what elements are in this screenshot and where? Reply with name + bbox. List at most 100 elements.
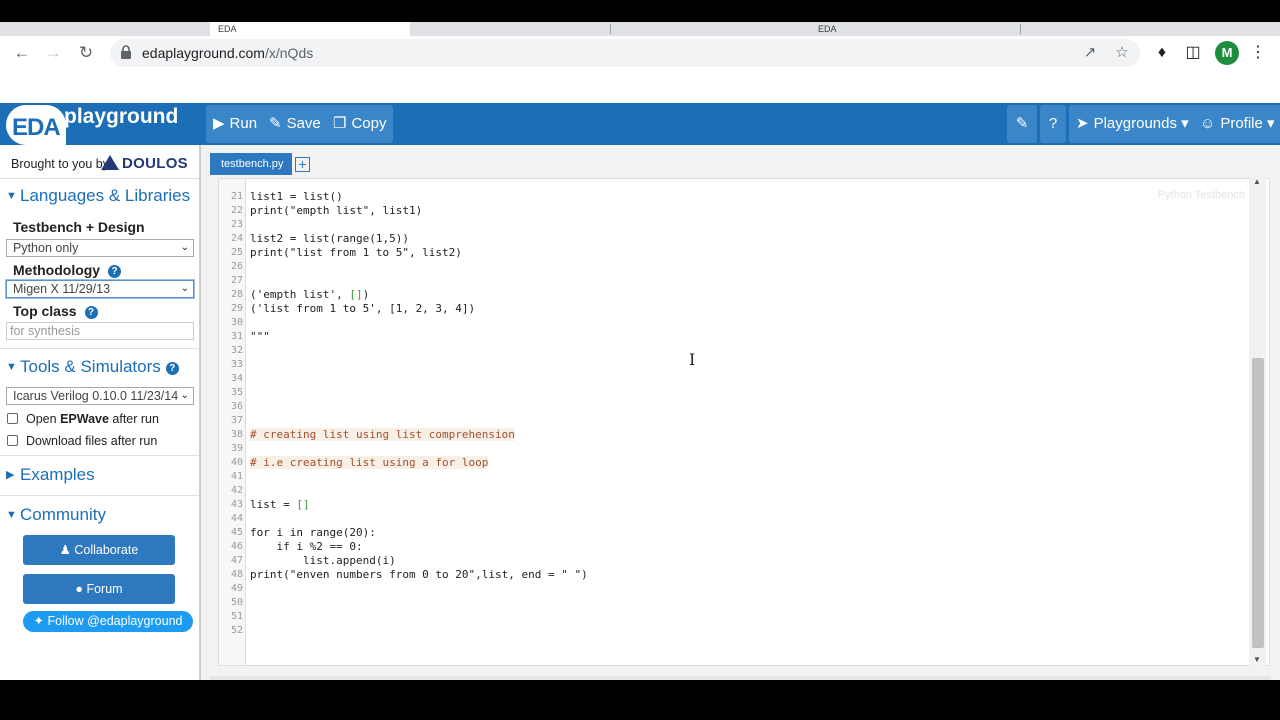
scroll-down-icon[interactable]: ▼ [1253, 655, 1261, 664]
tools-section-toggle[interactable]: ▼ Tools & Simulators? [6, 357, 179, 377]
line-number: 21 [230, 191, 243, 202]
line-number: 29 [230, 303, 243, 314]
line-number: 37 [230, 415, 243, 426]
screen: EDA EDA ← → ↻ edaplayground.com/x/nQds ↗… [0, 0, 1280, 720]
topclass-label: Top class? [13, 303, 98, 319]
brought-by-text: Brought to you by [11, 157, 109, 171]
code-line: list = [] [250, 498, 310, 511]
reload-icon[interactable]: ↻ [73, 40, 99, 66]
line-number: 26 [230, 261, 243, 272]
edit-icon[interactable]: ✎ [1007, 105, 1037, 143]
forum-button[interactable]: ● Forum [23, 574, 175, 604]
help-icon[interactable]: ? [108, 265, 122, 278]
code-line: list.append(i) [250, 554, 396, 567]
line-number: 47 [230, 555, 243, 566]
browser-tab-strip: EDA EDA [0, 22, 1280, 36]
examples-heading: Examples [20, 465, 95, 484]
comment-icon: ● [75, 582, 83, 596]
run-button[interactable]: ▶ Run [206, 105, 265, 143]
line-number: 34 [230, 373, 243, 384]
tab-separator [1020, 24, 1021, 34]
scrollbar-thumb[interactable] [1252, 358, 1264, 648]
code-line: print("empth list", list1) [250, 204, 423, 217]
collaborate-button[interactable]: ♟ Collaborate [23, 535, 175, 565]
playgrounds-menu[interactable]: ➤ Playgrounds ▾ [1069, 105, 1196, 143]
community-section-toggle[interactable]: ▼ Community [6, 505, 106, 525]
browser-tab-active[interactable]: EDA [210, 22, 410, 36]
follow-twitter-button[interactable]: ✦ Follow @edaplayground [23, 611, 193, 632]
line-number: 40 [230, 457, 243, 468]
share-icon[interactable]: ↗ [1080, 43, 1100, 63]
extensions-icon[interactable]: ♦ [1150, 41, 1174, 65]
help-icon[interactable]: ? [165, 362, 179, 375]
line-number: 27 [230, 275, 243, 286]
methodology-select[interactable]: Migen X 11/29/13 ⌄ [6, 280, 194, 298]
examples-section-toggle[interactable]: ▶ Examples [6, 465, 95, 485]
download-files-checkbox[interactable]: Download files after run [7, 434, 157, 448]
testbench-select[interactable]: Python only ⌄ [6, 239, 194, 257]
output-resize-handle[interactable] [210, 676, 1271, 680]
line-number: 46 [230, 541, 243, 552]
doulos-text: DOULOS [122, 155, 188, 172]
side-panel-icon[interactable]: ◫ [1181, 41, 1205, 65]
help-icon[interactable]: ? [1040, 105, 1066, 143]
code-line: if i %2 == 0: [250, 540, 363, 553]
line-number: 33 [230, 359, 243, 370]
code-line: ('empth list', []) [250, 288, 370, 301]
line-number: 22 [230, 205, 243, 216]
caret-down-icon: ▼ [6, 509, 17, 521]
collaborate-label: Collaborate [74, 543, 139, 557]
code-line: list2 = list(range(1,5)) [250, 232, 409, 245]
doulos-triangle-icon [101, 155, 119, 170]
code-line: """ [250, 330, 270, 343]
simulator-select[interactable]: Icarus Verilog 0.10.0 11/23/14 ⌄ [6, 387, 194, 405]
testbench-label: Testbench + Design [13, 219, 145, 235]
vertical-scrollbar[interactable]: ▲ ▼ [1249, 174, 1266, 666]
browser-tab[interactable]: EDA [810, 22, 1010, 36]
line-number: 28 [230, 289, 243, 300]
divider [0, 178, 199, 179]
community-heading: Community [20, 505, 106, 524]
file-tab-testbench[interactable]: testbench.py [210, 153, 292, 175]
profile-avatar[interactable]: M [1215, 41, 1239, 65]
eda-playground-logo[interactable]: EDA playground [0, 103, 205, 145]
divider [0, 455, 199, 456]
star-icon[interactable]: ☆ [1112, 43, 1132, 63]
back-icon[interactable]: ← [9, 40, 35, 66]
chevron-down-icon: ⌄ [180, 242, 189, 253]
checkbox-box[interactable] [7, 435, 18, 446]
scroll-up-icon[interactable]: ▲ [1253, 177, 1261, 186]
add-file-icon[interactable]: + [295, 157, 310, 172]
line-number-gutter: 21 22 23 24 25 26 27 28 29 30 31 32 33 34 35 36 37 38 39 40… [219, 179, 246, 665]
forum-label: Forum [86, 582, 123, 596]
browser-tab-label: EDA [218, 24, 237, 34]
help-icon[interactable]: ? [84, 306, 98, 319]
caret-down-icon: ▾ [1181, 115, 1189, 132]
menu-icon[interactable]: ⋮ [1246, 41, 1270, 65]
save-button[interactable]: ✎ Save [262, 105, 328, 143]
users-icon: ♟ [59, 543, 71, 557]
url-path: /x/nQds [264, 45, 314, 61]
doulos-logo[interactable]: DOULOS [101, 155, 188, 172]
topclass-input[interactable]: for synthesis [6, 322, 194, 340]
rocket-icon: ➤ [1076, 115, 1089, 132]
languages-section-toggle[interactable]: ▼ Languages & Libraries [6, 186, 190, 206]
browser-tab[interactable] [0, 22, 210, 36]
code-editor[interactable]: 21 22 23 24 25 26 27 28 29 30 31 32 33 34 35 36 37 38 39 40… [218, 178, 1270, 666]
checkbox-box[interactable] [7, 413, 18, 424]
caret-down-icon: ▼ [6, 190, 17, 202]
copy-button[interactable]: ❐ Copy [326, 105, 394, 143]
forward-icon[interactable]: → [40, 40, 66, 66]
open-epwave-checkbox[interactable]: Open EPWave after run [7, 412, 159, 426]
copy-label: Copy [351, 115, 387, 132]
epwave-pre: Open [26, 412, 61, 426]
editor-watermark: Python Testbench [1157, 189, 1245, 201]
browser-tab-label: EDA [818, 24, 837, 34]
pencil-icon: ✎ [269, 115, 282, 132]
profile-menu[interactable]: ☺ Profile ▾ [1193, 105, 1280, 143]
caret-down-icon: ▾ [1267, 115, 1275, 132]
address-bar[interactable]: edaplayground.com/x/nQds ↗ ☆ [110, 39, 1140, 67]
divider [0, 495, 199, 496]
logo-playground-text: playground [64, 105, 179, 128]
text-cursor-icon: I [689, 350, 696, 369]
